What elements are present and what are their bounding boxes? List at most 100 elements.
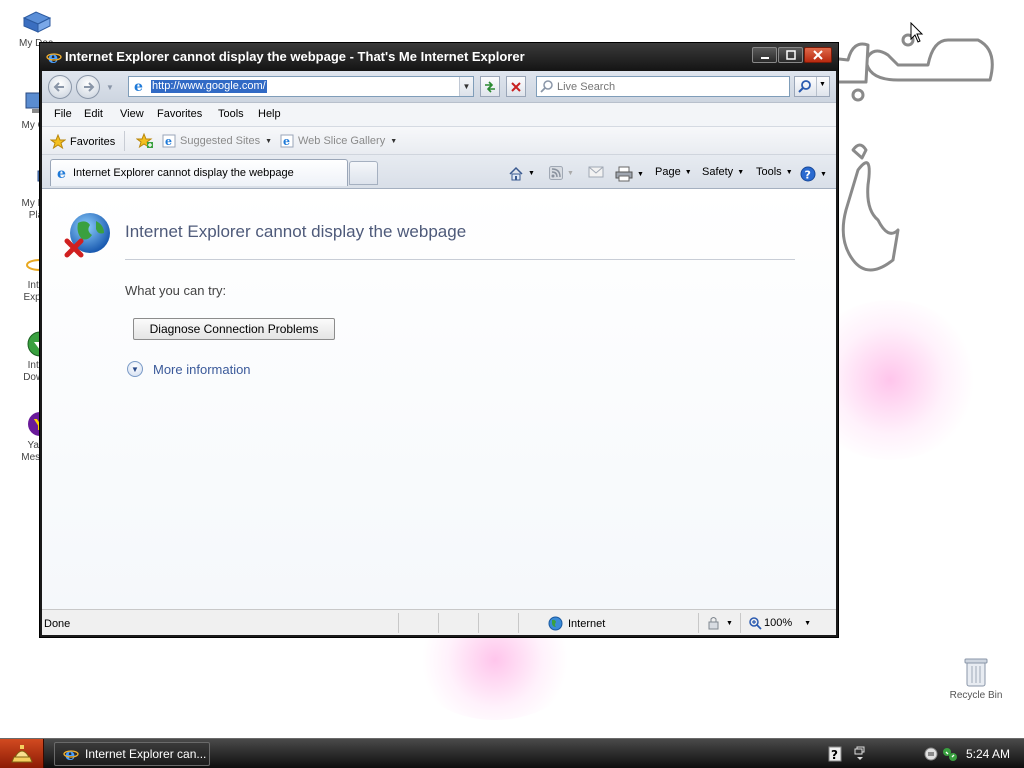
address-field[interactable]: e http://www.google.com/ ▼ [128, 76, 474, 97]
window-titlebar[interactable]: e Internet Explorer cannot display the w… [40, 43, 838, 71]
more-information-link[interactable]: ▼ More information [127, 361, 251, 377]
refresh-button[interactable] [480, 76, 500, 97]
forward-button[interactable] [76, 75, 100, 99]
help-button[interactable]: ? ▼ [800, 166, 827, 182]
minimize-icon [760, 57, 769, 59]
refresh-icon [485, 80, 495, 93]
svg-text:e: e [48, 49, 58, 65]
search-input[interactable] [557, 79, 783, 94]
add-to-favorites-icon[interactable] [136, 133, 154, 149]
search-box[interactable] [536, 76, 790, 97]
rss-feed-icon [549, 166, 563, 180]
svg-text:e: e [283, 135, 290, 148]
back-arrow-icon [53, 82, 64, 92]
messenger-tray-icon[interactable] [924, 747, 938, 761]
svg-text:e: e [57, 166, 66, 180]
suggested-sites-label: Suggested Sites [180, 135, 261, 147]
menu-view[interactable]: View [120, 108, 144, 120]
start-button[interactable] [0, 739, 44, 768]
status-divider [698, 613, 699, 633]
web-slice-icon: e [280, 134, 294, 148]
restore-windows-icon[interactable] [854, 746, 866, 762]
search-icon [540, 80, 553, 93]
svg-text:e: e [65, 746, 75, 762]
status-bar: Done Internet ▼ 100% ▼ [42, 609, 836, 635]
safety-menu-label: Safety [702, 166, 734, 178]
page-menu-button[interactable]: Page ▼ [655, 166, 692, 178]
address-dropdown[interactable]: ▼ [459, 77, 473, 96]
menu-edit[interactable]: Edit [84, 108, 103, 120]
zoom-level: 100% [764, 617, 793, 629]
search-button[interactable]: ▼ [794, 76, 830, 97]
expand-chevron-icon: ▼ [127, 361, 143, 377]
favorites-label: Favorites [70, 135, 116, 148]
documents-icon [22, 11, 52, 33]
close-button[interactable] [804, 47, 832, 63]
tab-bar: e Internet Explorer cannot display the w… [42, 155, 836, 189]
stop-icon [511, 81, 521, 92]
web-slice-gallery-button[interactable]: e Web Slice Gallery ▼ [280, 134, 397, 148]
search-button-divider [816, 77, 817, 96]
minimize-button[interactable] [752, 47, 777, 63]
protected-mode-button[interactable]: ▼ [706, 616, 733, 630]
page-icon: e [134, 79, 143, 93]
chevron-down-icon: ▼ [528, 170, 535, 177]
search-go-icon [798, 80, 811, 93]
ie-icon: e [46, 49, 62, 65]
star-icon [50, 134, 66, 149]
svg-text:e: e [134, 79, 143, 93]
diagnose-connection-button[interactable]: Diagnose Connection Problems [133, 318, 335, 340]
what-you-can-try-text: What you can try: [125, 283, 227, 298]
back-button[interactable] [48, 75, 72, 99]
safety-menu-button[interactable]: Safety ▼ [702, 166, 744, 178]
recycle-bin-icon [964, 658, 988, 687]
chevron-down-icon: ▼ [726, 619, 733, 627]
help-tray-icon[interactable]: ? [828, 746, 842, 762]
read-mail-button[interactable] [588, 166, 604, 178]
menu-help[interactable]: Help [258, 108, 281, 120]
chevron-down-icon: ▼ [785, 168, 793, 176]
chevron-down-icon: ▼ [737, 168, 745, 176]
search-options-dropdown[interactable]: ▼ [819, 81, 826, 88]
page-title: Internet Explorer cannot display the web… [125, 222, 467, 241]
menu-tools[interactable]: Tools [218, 108, 244, 120]
home-button[interactable]: ▼ [508, 166, 535, 181]
chevron-down-icon: ▼ [390, 137, 398, 145]
chevron-down-icon: ▼ [804, 619, 812, 627]
recent-pages-dropdown[interactable]: ▼ [106, 83, 114, 92]
status-divider [438, 613, 439, 633]
taskbar: e Internet Explorer can... ? 5:24 AM [0, 738, 1024, 768]
feeds-button[interactable]: ▼ [549, 166, 574, 180]
tab-current[interactable]: e Internet Explorer cannot display the w… [50, 159, 348, 186]
tools-menu-button[interactable]: Tools ▼ [756, 166, 793, 178]
maximize-button[interactable] [778, 47, 803, 63]
window-title: Internet Explorer cannot display the web… [65, 49, 525, 64]
browser-chrome: ▼ e http://www.google.com/ ▼ Live Search… [42, 71, 836, 189]
new-tab-button[interactable] [349, 161, 378, 185]
menu-bar: File Edit View Favorites Tools Help [42, 103, 836, 127]
menu-favorites[interactable]: Favorites [157, 108, 202, 120]
favorites-button[interactable]: Favorites [50, 134, 115, 149]
printer-icon [615, 166, 633, 182]
window-controls [751, 47, 832, 65]
help-icon: ? [800, 166, 816, 182]
print-button[interactable]: ▼ [615, 166, 644, 182]
zoom-control[interactable]: 100% ▼ [748, 616, 811, 630]
address-url[interactable]: http://www.google.com/ [151, 80, 267, 93]
desktop-icon-recycle-bin[interactable]: Recycle Bin [944, 656, 1008, 701]
system-clock: 5:24 AM [966, 747, 1011, 761]
maximize-icon [785, 50, 796, 60]
menu-file[interactable]: File [54, 108, 72, 120]
stop-button[interactable] [506, 76, 526, 97]
start-logo-icon [10, 745, 33, 763]
status-divider [478, 613, 479, 633]
chevron-down-icon: ▼ [637, 170, 644, 178]
suggested-sites-button[interactable]: e Suggested Sites ▼ [162, 134, 272, 148]
page-menu-label: Page [655, 166, 681, 178]
lock-settings-icon [708, 617, 719, 630]
taskbar-item-label: Internet Explorer can... [85, 747, 207, 761]
network-tray-icon[interactable] [942, 746, 958, 762]
security-zone[interactable]: Internet [548, 616, 605, 631]
status-divider [740, 613, 741, 633]
taskbar-item-internet-explorer[interactable]: e Internet Explorer can... [54, 742, 210, 766]
